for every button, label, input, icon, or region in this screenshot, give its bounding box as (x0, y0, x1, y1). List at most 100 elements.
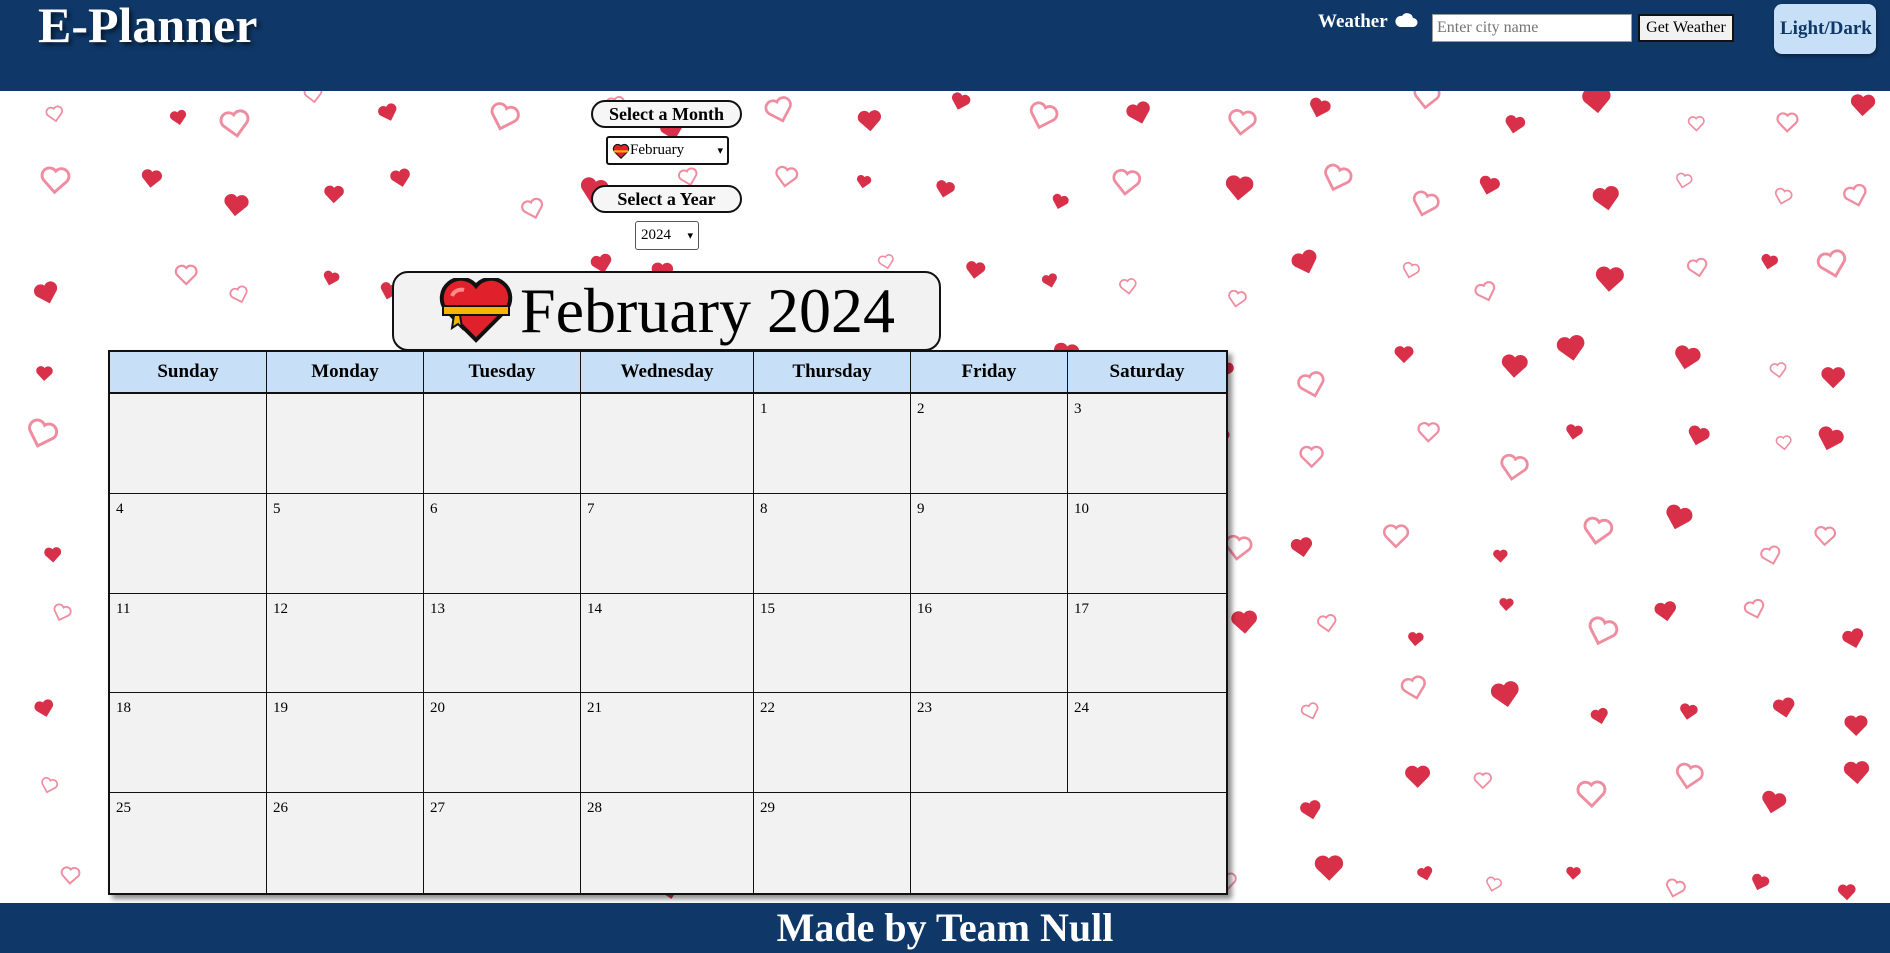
day-number: 7 (587, 500, 595, 517)
heart-decoration (1666, 504, 1693, 530)
heart-decoration (857, 110, 882, 132)
day-number: 12 (273, 600, 288, 617)
heart-decoration (229, 285, 248, 304)
day-cell[interactable]: 5 (267, 493, 424, 594)
day-cell[interactable]: 24 (1068, 693, 1226, 794)
heart-decoration (45, 105, 63, 123)
heart-decoration (1052, 193, 1069, 209)
day-cell[interactable]: 27 (424, 793, 581, 893)
day-cell[interactable]: 20 (424, 693, 581, 794)
day-number: 24 (1074, 700, 1089, 717)
day-cell[interactable]: 2 (911, 394, 1068, 494)
city-input[interactable] (1432, 14, 1632, 42)
heart-decoration (378, 103, 397, 121)
day-cell[interactable]: 11 (110, 593, 267, 694)
day-cell[interactable]: 17 (1068, 594, 1226, 694)
day-cell[interactable]: 28 (581, 793, 754, 893)
heart-decoration (1769, 362, 1787, 379)
heart-decoration (323, 270, 340, 286)
day-cell[interactable]: 15 (754, 593, 911, 694)
footer: Made by Team Null (0, 903, 1890, 953)
heart-decoration (1675, 345, 1701, 370)
day-number: 3 (1074, 401, 1082, 417)
day-cell[interactable] (581, 394, 754, 494)
heart-decoration (1405, 765, 1431, 788)
day-cell[interactable]: 26 (267, 793, 424, 893)
heart-decoration (1566, 866, 1581, 880)
heart-decoration (1676, 172, 1693, 189)
heart-decoration (1300, 702, 1319, 720)
day-cell[interactable]: 8 (754, 493, 911, 594)
heart-decoration (1493, 549, 1508, 563)
day-number: 15 (760, 600, 775, 617)
year-select-value: 2024 (641, 227, 671, 243)
heart-decoration (33, 281, 58, 304)
heart-decoration (1394, 346, 1414, 364)
weekday-header: Monday (267, 352, 424, 394)
day-cell[interactable]: 19 (267, 693, 424, 794)
day-cell[interactable]: 21 (581, 693, 754, 794)
heart-decoration (1291, 249, 1317, 274)
heart-decoration (1687, 115, 1705, 132)
heart-decoration (1576, 780, 1607, 809)
heart-decoration (1687, 257, 1708, 278)
day-number: 16 (917, 600, 932, 617)
day-number: 10 (1074, 500, 1089, 517)
heart-decoration (60, 866, 81, 885)
day-number: 6 (430, 500, 438, 517)
day-cell[interactable]: 23 (911, 693, 1068, 794)
heart-decoration (303, 91, 323, 104)
heart-decoration (40, 166, 71, 195)
heart-decoration (1314, 855, 1344, 881)
heart-decoration (1774, 187, 1793, 205)
day-cell[interactable]: 29 (754, 793, 911, 893)
heart-decoration (1041, 273, 1057, 288)
day-number: 8 (760, 500, 768, 517)
day-number: 18 (116, 700, 131, 717)
heart-decoration (1595, 266, 1624, 292)
heart-decoration (1310, 97, 1331, 118)
day-cell[interactable] (424, 394, 581, 494)
day-cell[interactable]: 9 (911, 493, 1068, 594)
heart-decoration (1592, 185, 1619, 211)
heart-decoration (966, 261, 986, 279)
weekday-header: Saturday (1068, 352, 1226, 394)
weather-label: Weather (1318, 11, 1388, 32)
heart-decoration (1473, 772, 1492, 790)
day-cell[interactable]: 3 (1068, 394, 1226, 494)
day-cell[interactable]: 4 (110, 493, 267, 594)
heart-decoration (1228, 109, 1257, 136)
heart-decoration (1556, 335, 1585, 361)
day-cell[interactable]: 14 (581, 593, 754, 694)
get-weather-button[interactable]: Get Weather (1638, 14, 1734, 42)
heart-decoration (44, 547, 62, 563)
theme-toggle-button[interactable]: Light/Dark (1774, 4, 1876, 54)
day-cell[interactable] (267, 394, 424, 494)
day-number: 19 (273, 700, 288, 717)
heart-icon (612, 143, 630, 159)
day-cell[interactable] (110, 394, 267, 494)
weekday-header: Friday (911, 352, 1068, 394)
day-cell[interactable]: 13 (424, 593, 581, 694)
month-select[interactable]: February ▾ (606, 136, 729, 165)
heart-decoration (1821, 367, 1846, 389)
day-cell[interactable]: 12 (267, 593, 424, 694)
day-cell-empty[interactable] (911, 793, 1226, 893)
day-number: 5 (273, 500, 281, 517)
heart-decoration (1297, 371, 1325, 398)
day-cell[interactable]: 16 (911, 593, 1068, 694)
day-cell[interactable]: 7 (581, 493, 754, 594)
day-cell[interactable]: 18 (110, 693, 267, 794)
heart-decoration (174, 264, 198, 286)
heart-decoration (1486, 876, 1502, 892)
day-cell[interactable]: 22 (754, 693, 911, 794)
day-cell[interactable]: 25 (110, 793, 267, 893)
heart-decoration (41, 777, 59, 794)
heart-decoration (1408, 632, 1424, 647)
day-cell[interactable]: 6 (424, 493, 581, 594)
heart-decoration (1112, 168, 1142, 196)
year-select[interactable]: 2024 ▾ (635, 221, 699, 250)
day-cell[interactable]: 10 (1068, 494, 1226, 594)
heart-decoration (1417, 866, 1433, 881)
day-cell[interactable]: 1 (754, 394, 911, 494)
